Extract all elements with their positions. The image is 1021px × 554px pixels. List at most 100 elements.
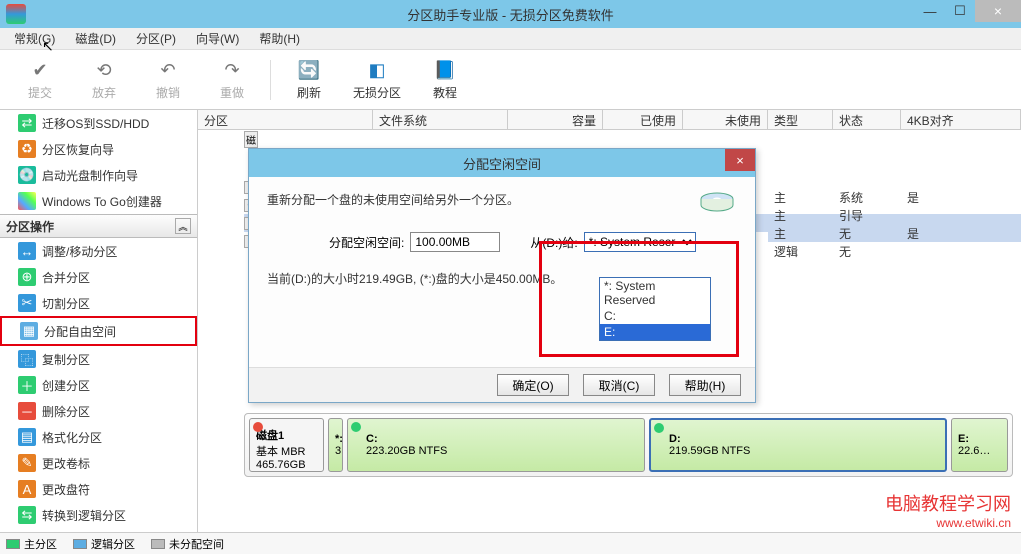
- col-unused[interactable]: 未使用: [683, 110, 768, 129]
- cell-4k: 是: [901, 189, 925, 206]
- col-type[interactable]: 类型: [768, 110, 833, 129]
- commit-button[interactable]: ✔提交: [20, 58, 60, 101]
- op-merge[interactable]: ⊕合并分区: [0, 264, 197, 290]
- menu-partition[interactable]: 分区(P): [126, 28, 186, 49]
- swatch-icon: [73, 539, 87, 549]
- dropdown-option-1[interactable]: C:: [600, 308, 710, 324]
- wizard-recover[interactable]: ♻分区恢复向导: [0, 136, 197, 162]
- ok-button[interactable]: 确定(O): [497, 374, 569, 396]
- disk-badge-icon: [253, 422, 263, 432]
- wizard-bootdisc[interactable]: 💿启动光盘制作向导: [0, 162, 197, 188]
- col-state[interactable]: 状态: [833, 110, 901, 129]
- target-dropdown[interactable]: *: System Reserved C: E:: [599, 277, 711, 341]
- table-row-r0[interactable]: 主系统是: [768, 188, 1021, 206]
- refresh-icon: 🔄: [297, 58, 321, 82]
- undo-button[interactable]: ↶撤销: [148, 58, 188, 101]
- check-icon: ✔: [28, 58, 52, 82]
- table-row-r3[interactable]: 逻辑无: [768, 242, 1021, 260]
- refresh-button[interactable]: 🔄 刷新: [289, 58, 329, 101]
- disk-map: 磁盘1 基本 MBR 465.76GB *: 3 C: 223.20GB NTF…: [244, 413, 1013, 477]
- toolbar-sep: [270, 60, 271, 100]
- cell-state: 引导: [833, 207, 901, 224]
- close-button[interactable]: ×: [975, 0, 1021, 22]
- table-row-r2[interactable]: 主无是: [768, 224, 1021, 242]
- menu-disk[interactable]: 磁盘(D): [65, 28, 126, 49]
- dialog-close-button[interactable]: ×: [725, 149, 755, 171]
- ops-header[interactable]: 分区操作︽: [0, 214, 197, 238]
- col-4k[interactable]: 4KB对齐: [901, 110, 1021, 129]
- resize-button[interactable]: ◧无损分区: [353, 58, 401, 101]
- maximize-button[interactable]: ☐: [945, 0, 975, 22]
- op-letter[interactable]: A更改盘符: [0, 476, 197, 502]
- wizard-panel: ⇄ 迁移OS到SSD/HDD ♻分区恢复向导 💿启动光盘制作向导 Windows …: [0, 110, 197, 214]
- dialog-body: 重新分配一个盘的未使用空间给另外一个分区。 分配空闲空间: 从(D:)给: *:…: [249, 177, 755, 295]
- partition-sys[interactable]: *: 3: [328, 418, 343, 472]
- help-button[interactable]: 帮助(H): [669, 374, 741, 396]
- target-select[interactable]: *: System Reser: [584, 232, 696, 252]
- menu-general[interactable]: 常规(G): [4, 28, 65, 49]
- dialog-buttons: 确定(O) 取消(C) 帮助(H): [249, 367, 755, 402]
- convert-icon: ⇆: [18, 506, 36, 524]
- watermark: 电脑教程学习网 www.etwiki.cn: [885, 490, 1011, 530]
- redo-button[interactable]: ↷重做: [212, 58, 252, 101]
- discard-label: 放弃: [92, 84, 116, 101]
- cell-type: 主: [768, 207, 833, 224]
- minimize-button[interactable]: —: [915, 0, 945, 22]
- dropdown-option-2[interactable]: E:: [600, 324, 710, 340]
- wizard-label-0: 迁移OS到SSD/HDD: [42, 115, 149, 132]
- op-label[interactable]: ✎更改卷标: [0, 450, 197, 476]
- watermark-url: www.etwiki.cn: [885, 516, 1011, 530]
- dialog-titlebar[interactable]: 分配空闲空间 ×: [249, 149, 755, 177]
- op-split[interactable]: ✂切割分区: [0, 290, 197, 316]
- op-copy[interactable]: ⿻复制分区: [0, 346, 197, 372]
- c-badge-icon: [351, 422, 361, 432]
- cancel-button[interactable]: 取消(C): [583, 374, 655, 396]
- op-to-logical[interactable]: ⇆转换到逻辑分区: [0, 502, 197, 528]
- partition-e[interactable]: E: 22.6…: [951, 418, 1008, 472]
- op-resize-move[interactable]: ↔调整/移动分区: [0, 238, 197, 264]
- op-delete[interactable]: －删除分区: [0, 398, 197, 424]
- cell-type: 主: [768, 189, 833, 206]
- table-row-r1[interactable]: 主引导: [768, 206, 1021, 224]
- operations-panel: 分区操作︽ ↔调整/移动分区 ⊕合并分区 ✂切割分区 ▦分配自由空间 ⿻复制分区…: [0, 214, 197, 554]
- table-row[interactable]: 磁: [244, 130, 1021, 148]
- op-create[interactable]: ＋创建分区: [0, 372, 197, 398]
- op-format[interactable]: ▤格式化分区: [0, 424, 197, 450]
- windows-icon: [18, 192, 36, 210]
- col-partition[interactable]: 分区: [198, 110, 373, 129]
- window-controls: — ☐ ×: [915, 0, 1021, 22]
- table-header-row: 分区 文件系统 容量 已使用 未使用 类型 状态 4KB对齐: [198, 110, 1021, 130]
- split-icon: ✂: [18, 294, 36, 312]
- refresh-label: 刷新: [297, 84, 321, 101]
- discard-button[interactable]: ⟲放弃: [84, 58, 124, 101]
- menu-help[interactable]: 帮助(H): [249, 28, 310, 49]
- wizard-wintogo[interactable]: Windows To Go创建器: [0, 188, 197, 214]
- menu-bar: 常规(G) 磁盘(D) 分区(P) 向导(W) 帮助(H): [0, 28, 1021, 50]
- resize-icon: ◧: [365, 58, 389, 82]
- op-allocate-free[interactable]: ▦分配自由空间: [0, 316, 197, 346]
- disk-title: 磁盘1: [256, 427, 317, 443]
- title-bar: 分区助手专业版 - 无损分区免费软件 — ☐ ×: [0, 0, 1021, 28]
- wizard-migrate-os[interactable]: ⇄ 迁移OS到SSD/HDD: [0, 110, 197, 136]
- tutorial-button[interactable]: 📘教程: [425, 58, 465, 101]
- toolbar: ✔提交 ⟲放弃 ↶撤销 ↷重做 🔄 刷新 ◧无损分区 📘教程: [0, 50, 1021, 110]
- partition-c[interactable]: C: 223.20GB NTFS: [347, 418, 645, 472]
- op-label-4: 复制分区: [42, 351, 90, 368]
- alloc-input[interactable]: [410, 232, 500, 252]
- op-label-0: 调整/移动分区: [42, 243, 117, 260]
- menu-wizard[interactable]: 向导(W): [186, 28, 249, 49]
- tutorial-label: 教程: [433, 84, 457, 101]
- partition-d[interactable]: D: 219.59GB NTFS: [649, 418, 947, 472]
- sys-sub: 3: [335, 445, 336, 457]
- cell-4k: 是: [901, 225, 925, 242]
- legend-unalloc: 未分配空间: [151, 536, 224, 552]
- col-used[interactable]: 已使用: [603, 110, 683, 129]
- col-capacity[interactable]: 容量: [508, 110, 603, 129]
- legend-primary: 主分区: [6, 536, 57, 552]
- op-label-9: 更改盘符: [42, 481, 90, 498]
- dropdown-option-0[interactable]: *: System Reserved: [600, 278, 710, 308]
- swatch-icon: [151, 539, 165, 549]
- migrate-icon: ⇄: [18, 114, 36, 132]
- disk-block[interactable]: 磁盘1 基本 MBR 465.76GB: [249, 418, 324, 472]
- col-fs[interactable]: 文件系统: [373, 110, 508, 129]
